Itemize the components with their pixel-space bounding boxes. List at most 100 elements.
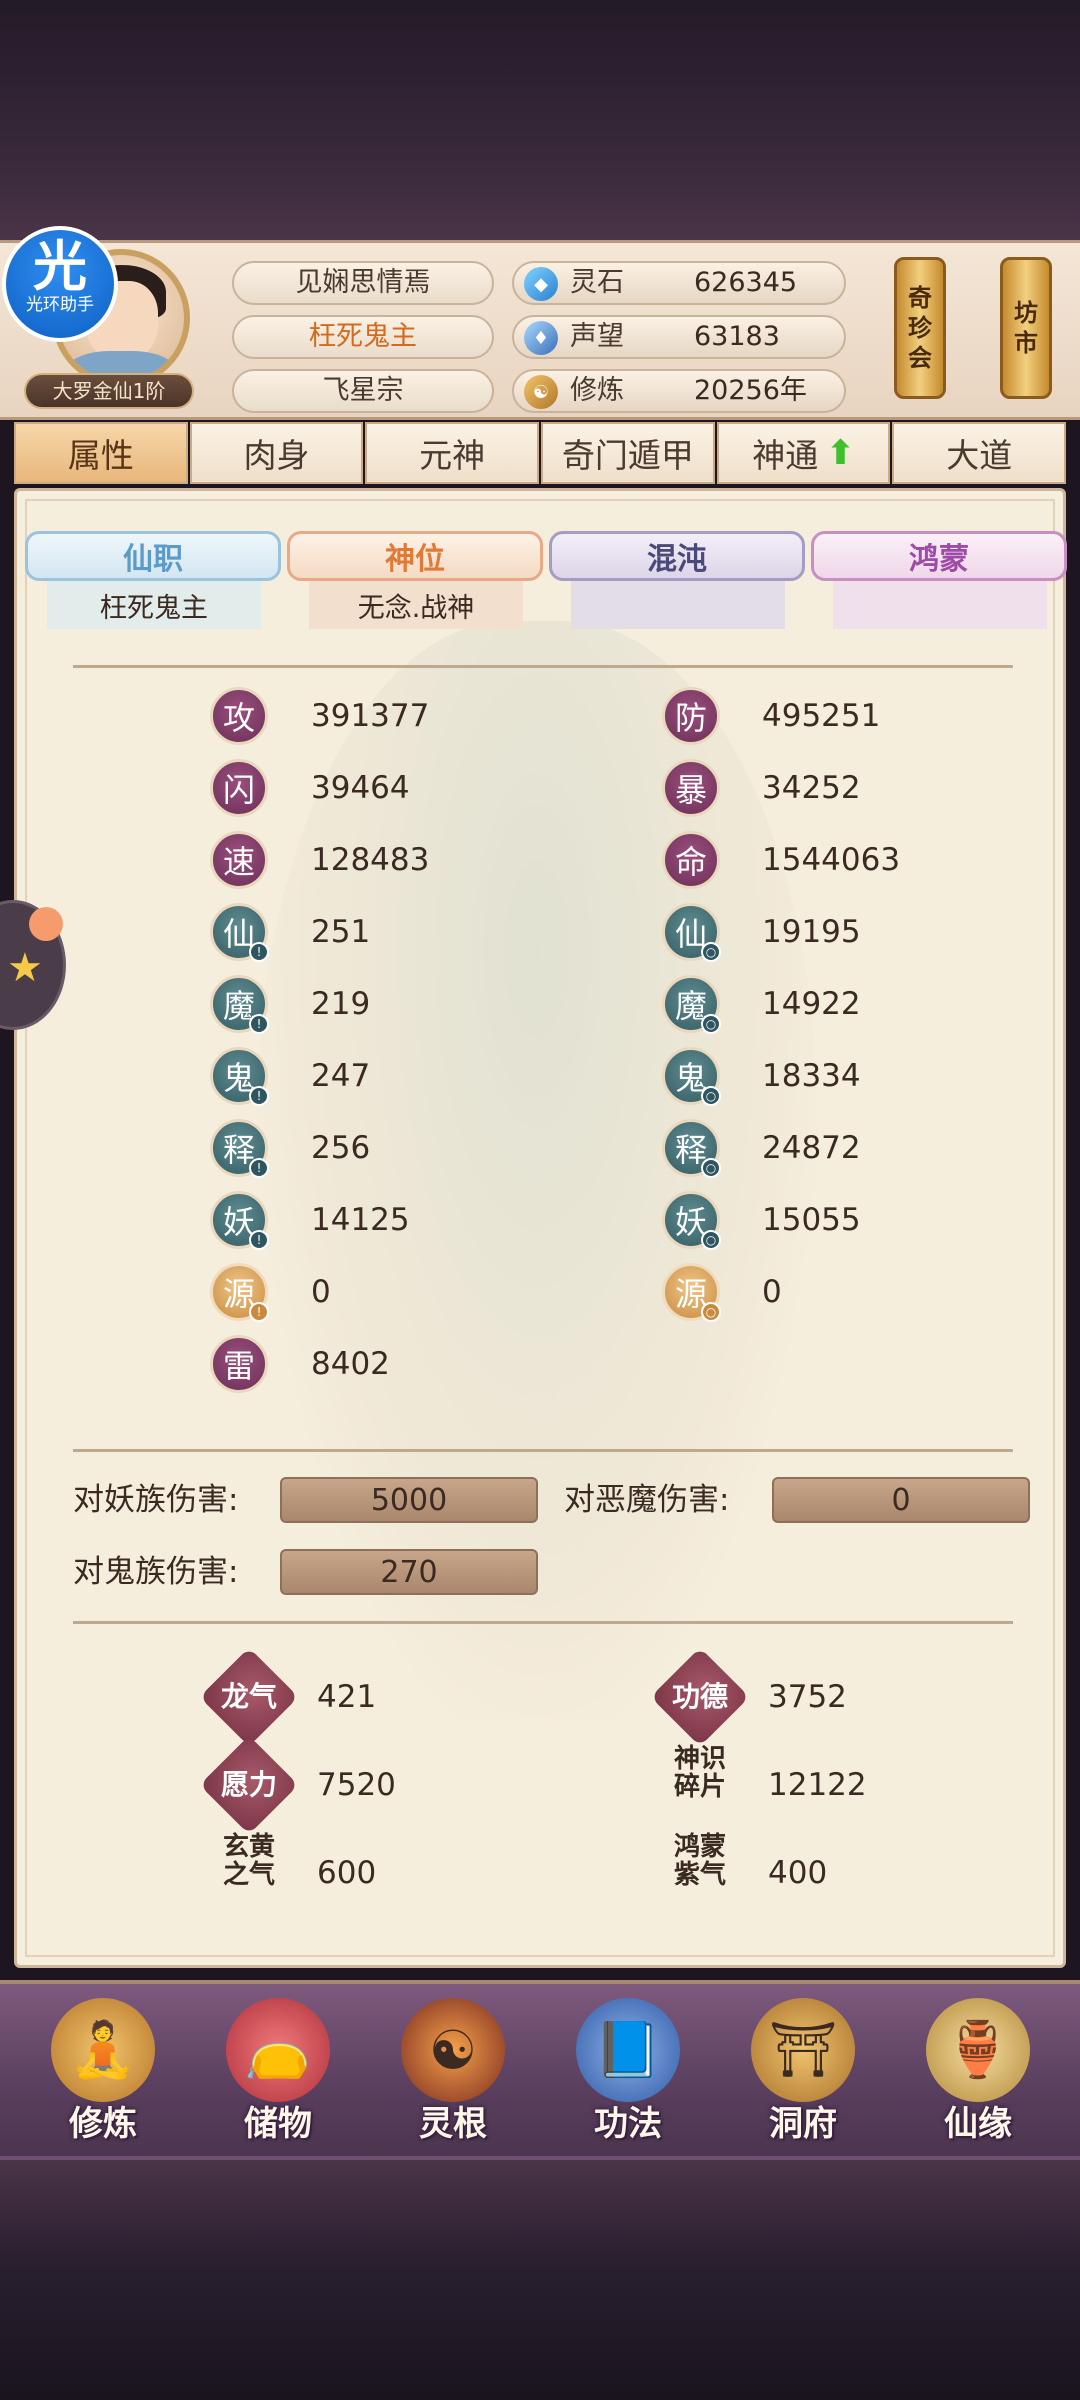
stat-origin-def-value: 0 <box>762 1274 782 1310</box>
stat-ghost-def-icon: 鬼 ○ <box>662 1047 721 1106</box>
stat-origin-atk-icon: 源! <box>210 1263 269 1322</box>
wish-power-value: 7520 <box>317 1767 396 1803</box>
divider <box>73 1449 1013 1452</box>
attack-dot-icon: ! <box>249 1086 269 1106</box>
stat-hp-icon: 命 <box>662 831 720 889</box>
treasure-fair-button[interactable]: 奇 珍 会 <box>894 257 946 399</box>
tab-label: 属性 <box>67 436 134 475</box>
subtab-immortal-post[interactable]: 仙职 <box>25 531 281 581</box>
attack-dot-icon: ! <box>249 1302 269 1322</box>
notification-dot <box>29 907 63 941</box>
tab-dao[interactable]: 大道 <box>892 422 1067 484</box>
stat-thunder-icon: 雷 <box>210 1335 268 1393</box>
tab-soul[interactable]: 元神 <box>365 422 540 484</box>
player-name: 见娴思情焉 <box>232 261 494 305</box>
menu-technique[interactable]: 📘 功法 <box>553 1998 703 2158</box>
spirit-stone-icon: ◆ <box>524 267 558 301</box>
xuanhuang-qi-value: 600 <box>317 1855 377 1891</box>
stat-dodge-value: 39464 <box>311 770 410 806</box>
stat-defense-icon: 防 <box>662 687 720 745</box>
stat-speed-value: 128483 <box>311 842 430 878</box>
stat-buddha-atk-value: 256 <box>311 1130 371 1166</box>
stat-icon-char: 雷 <box>222 1347 255 1385</box>
tab-label: 大道 <box>946 436 1013 475</box>
stat-icon-char: 防 <box>674 699 707 737</box>
resource-value: 63183 <box>694 321 780 352</box>
bottom-background <box>0 2160 1080 2400</box>
hongmeng-value <box>833 581 1047 629</box>
stat-icon-char: 暴 <box>674 771 707 809</box>
player-title[interactable]: 枉死鬼主 <box>232 315 494 359</box>
stat-buddha-def-value: 24872 <box>762 1130 861 1166</box>
stat-crit-icon: 暴 <box>662 759 720 817</box>
subtab-chaos[interactable]: 混沌 <box>549 531 805 581</box>
stat-monster-def-icon: 妖 ○ <box>662 1191 721 1250</box>
bag-icon: 👝 <box>226 1998 330 2102</box>
shop-char: 市 <box>1014 329 1038 357</box>
stat-buddha-atk-icon: 释! <box>210 1119 269 1178</box>
book-icon: 📘 <box>576 1998 680 2102</box>
subtab-divine-rank[interactable]: 神位 <box>287 531 543 581</box>
menu-cultivate[interactable]: 🧘 修炼 <box>28 1998 178 2158</box>
damage-vs-monster-value: 5000 <box>280 1477 538 1523</box>
market-button[interactable]: 坊 市 <box>1000 257 1052 399</box>
shop-char: 奇 <box>908 284 932 312</box>
monk-icon: 🧘 <box>51 1998 155 2102</box>
player-rank: 大罗金仙1阶 <box>24 373 194 409</box>
tab-body[interactable]: 肉身 <box>189 422 364 484</box>
damage-vs-demon-label: 对恶魔伤害: <box>564 1482 730 1518</box>
tab-label: 神通 <box>752 436 819 475</box>
cave-icon: ⛩ <box>751 1998 855 2102</box>
helper-assistant-badge[interactable]: 光 光环助手 <box>2 226 118 342</box>
xuanhuang-qi-label: 玄黄之气 <box>222 1832 275 1890</box>
divine-rank-value: 无念.战神 <box>309 581 523 629</box>
stat-demon-atk-icon: 魔! <box>210 975 269 1034</box>
defense-dot-icon: ○ <box>701 1086 721 1106</box>
hongmeng-qi-label: 鸿蒙紫气 <box>673 1832 726 1890</box>
tab-divine-skill[interactable]: 神通 ⬆ <box>716 422 891 484</box>
stat-buddha-def-icon: 释 ○ <box>662 1119 721 1178</box>
helper-label: 光环助手 <box>26 295 94 315</box>
subtab-hongmeng[interactable]: 鸿蒙 <box>811 531 1067 581</box>
damage-vs-ghost-label: 对鬼族伤害: <box>73 1554 239 1590</box>
tab-qimen[interactable]: 奇门遁甲 <box>541 422 715 484</box>
stat-immortal-atk-value: 251 <box>311 914 371 950</box>
merit-value: 3752 <box>768 1679 847 1715</box>
stat-attack-icon: 攻 <box>210 687 268 745</box>
damage-vs-ghost-value: 270 <box>280 1549 538 1595</box>
menu-label: 储物 <box>244 2104 312 2144</box>
stat-origin-def-icon: 源 ○ <box>662 1263 721 1322</box>
dragon-qi-label: 龙气 <box>220 1680 277 1713</box>
divider <box>73 1621 1013 1624</box>
stat-ghost-def-value: 18334 <box>762 1058 861 1094</box>
tab-label: 肉身 <box>243 436 310 475</box>
stat-demon-def-value: 14922 <box>762 986 861 1022</box>
menu-fate[interactable]: 🏺 仙缘 <box>903 1998 1053 2158</box>
menu-cave[interactable]: ⛩ 洞府 <box>728 1998 878 2158</box>
stat-demon-atk-value: 219 <box>311 986 371 1022</box>
menu-storage[interactable]: 👝 储物 <box>203 1998 353 2158</box>
soul-fragment-value: 12122 <box>768 1767 867 1803</box>
main-tabs: 属性 肉身 元神 奇门遁甲 神通 ⬆ 大道 <box>14 422 1067 484</box>
resource-label: 修炼 <box>570 375 624 406</box>
defense-dot-icon: ○ <box>701 1014 721 1034</box>
player-sect[interactable]: 飞星宗 <box>232 369 494 413</box>
wish-power-label: 愿力 <box>220 1768 277 1801</box>
tab-label: 奇门遁甲 <box>561 436 694 475</box>
stat-hp-value: 1544063 <box>762 842 901 878</box>
tab-attributes[interactable]: 属性 <box>14 422 188 484</box>
attack-dot-icon: ! <box>249 942 269 962</box>
stat-crit-value: 34252 <box>762 770 861 806</box>
subtab-label: 仙职 <box>123 542 183 577</box>
stat-immortal-atk-icon: 仙! <box>210 903 269 962</box>
subtab-label: 鸿蒙 <box>909 542 969 577</box>
stat-origin-atk-value: 0 <box>311 1274 331 1310</box>
stat-icon-char: 闪 <box>222 771 255 809</box>
stat-monster-atk-icon: 妖! <box>210 1191 269 1250</box>
menu-label: 灵根 <box>419 2104 487 2144</box>
resource-label: 灵石 <box>570 267 624 298</box>
stat-thunder-value: 8402 <box>311 1346 390 1382</box>
stat-speed-icon: 速 <box>210 831 268 889</box>
spirit-root-icon: ☯ <box>401 1998 505 2102</box>
menu-spirit-root[interactable]: ☯ 灵根 <box>378 1998 528 2158</box>
